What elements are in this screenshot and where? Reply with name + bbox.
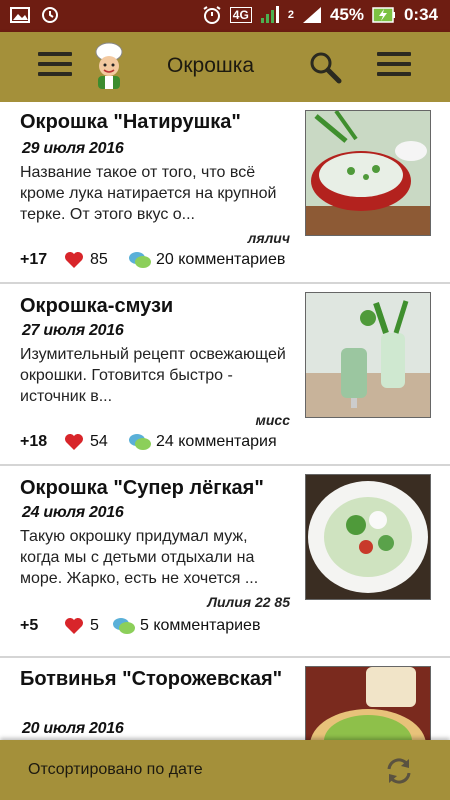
hamburger-icon[interactable] [38, 52, 72, 80]
status-bar: 4G 2 45% 0:34 [0, 0, 450, 32]
battery-charging-icon [372, 7, 395, 23]
recipe-thumbnail[interactable] [305, 666, 431, 740]
heart-icon[interactable] [64, 617, 84, 635]
recipe-stats: +17 85 20 комментариев [20, 250, 285, 270]
like-count: 5 [90, 617, 99, 634]
search-icon[interactable] [308, 50, 342, 84]
recipe-card[interactable]: Окрошка-смузи 27 июля 2016 Изумительный … [0, 284, 450, 466]
sim-indicator: 2 [287, 9, 294, 21]
recipe-description: Название такое от того, что всё кроме лу… [20, 164, 277, 223]
comment-bubbles-icon[interactable] [128, 432, 152, 452]
recipe-description: Изумительный рецепт освежающей окрошки. … [20, 346, 286, 405]
vote-count[interactable]: +18 [20, 433, 64, 451]
heart-icon[interactable] [64, 251, 84, 269]
recipe-date: 24 июля 2016 [22, 504, 124, 521]
network-type: 4G [229, 7, 252, 23]
comment-bubbles-icon[interactable] [128, 250, 152, 270]
battery-percent: 45% [329, 5, 364, 24]
clock: 0:34 [403, 5, 438, 24]
recipe-author[interactable]: мисс [256, 412, 290, 428]
signal-icon [260, 6, 279, 23]
heart-icon[interactable] [64, 433, 84, 451]
comment-count[interactable]: 24 комментария [156, 433, 277, 451]
recipe-card[interactable]: Окрошка "Натирушка" 29 июля 2016 Названи… [0, 102, 450, 284]
recipe-date: 29 июля 2016 [22, 140, 124, 157]
alarm-icon [203, 6, 221, 24]
recipe-stats: +5 5 5 комментариев [20, 616, 260, 636]
recipe-author[interactable]: лялич [248, 230, 290, 246]
sort-label[interactable]: Отсортировано по дате [28, 761, 203, 779]
recipe-thumbnail[interactable] [305, 474, 431, 600]
recipe-title[interactable]: Окрошка-смузи [20, 294, 290, 318]
recipe-card[interactable]: Ботвинья "Сторожевская" 20 июля 2016 [0, 658, 450, 740]
comment-bubbles-icon[interactable] [112, 616, 136, 636]
recipe-title[interactable]: Окрошка "Супер лёгкая" [20, 476, 290, 500]
refresh-icon[interactable] [383, 755, 415, 787]
app-bar: Окрошка [0, 32, 450, 102]
chef-logo-icon[interactable] [88, 42, 130, 90]
recipe-thumbnail[interactable] [305, 292, 431, 418]
recipe-card[interactable]: Окрошка "Супер лёгкая" 24 июля 2016 Таку… [0, 466, 450, 658]
recipe-date: 27 июля 2016 [22, 322, 124, 339]
overflow-menu-icon[interactable] [377, 52, 411, 80]
recipe-date: 20 июля 2016 [22, 720, 124, 737]
page-title: Окрошка [167, 54, 255, 77]
recipe-title[interactable]: Окрошка "Натирушка" [20, 110, 290, 134]
like-count: 54 [90, 433, 108, 450]
recipe-thumbnail[interactable] [305, 110, 431, 236]
recipe-author[interactable]: Лилия 22 85 [207, 594, 290, 610]
signal-2-icon [302, 7, 321, 23]
like-count: 85 [90, 251, 108, 268]
comment-count[interactable]: 5 комментариев [140, 617, 260, 635]
comment-count[interactable]: 20 комментариев [156, 251, 285, 269]
recipe-description: Такую окрошку придумал муж, когда мы с д… [20, 528, 259, 587]
recipe-stats: +18 54 24 комментария [20, 432, 277, 452]
vote-count[interactable]: +17 [20, 251, 64, 269]
recipe-title[interactable]: Ботвинья "Сторожевская" [20, 666, 290, 693]
recipe-list[interactable]: Окрошка "Натирушка" 29 июля 2016 Названи… [0, 102, 450, 740]
sync-icon [42, 7, 58, 23]
gallery-icon [10, 7, 30, 23]
bottom-bar: Отсортировано по дате [0, 740, 450, 800]
vote-count[interactable]: +5 [20, 617, 64, 635]
